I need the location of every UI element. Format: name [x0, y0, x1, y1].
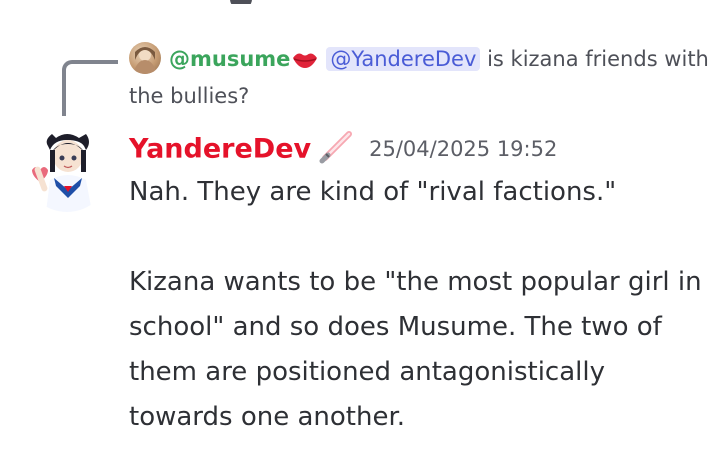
previous-message-clipped-text [230, 0, 410, 4]
message-content: Nah. They are kind of "rival factions." … [129, 170, 709, 440]
timestamp[interactable]: 25/04/2025 19:52 [369, 137, 557, 161]
kiss-lips-icon [292, 45, 318, 79]
lightsaber-icon[interactable] [319, 130, 355, 168]
message-header: YandereDev 25/04/2025 19:52 [129, 130, 557, 172]
reply-avatar[interactable] [129, 42, 161, 74]
reply-mention[interactable]: @YandereDev [326, 47, 481, 71]
author-name[interactable]: YandereDev [129, 134, 311, 165]
message-paragraph-2: Kizana wants to be "the most popular gir… [129, 267, 702, 432]
author-avatar[interactable] [24, 126, 110, 212]
reply-username[interactable]: @musume [169, 47, 290, 71]
reply-connector [62, 60, 118, 116]
reply-reference[interactable]: @musume @YandereDev is kizana friends wi… [129, 42, 709, 113]
message-paragraph-1: Nah. They are kind of "rival factions." [129, 177, 617, 207]
